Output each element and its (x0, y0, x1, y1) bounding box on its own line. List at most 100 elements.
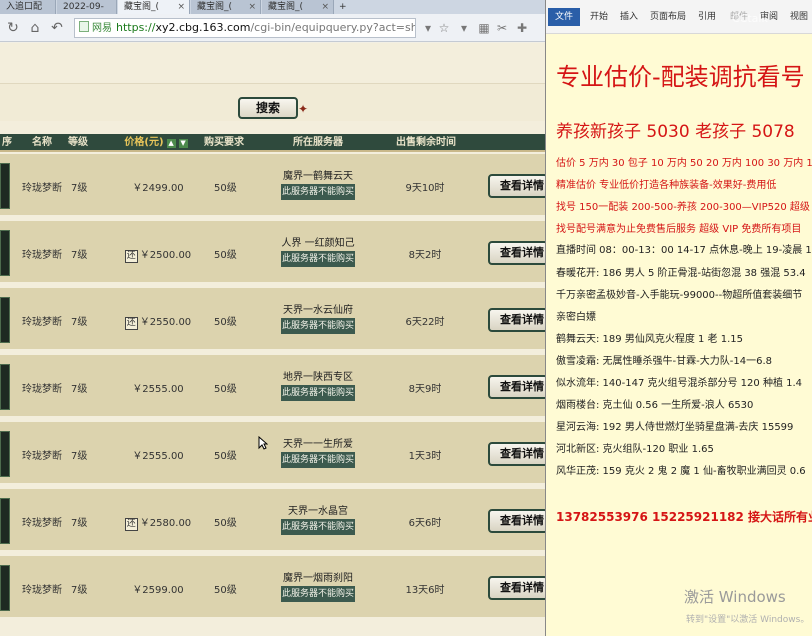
search-button-label: 搜索 (255, 101, 280, 115)
table-row: 玲珑梦断 7级 ￥2555.00 50级 天界一一生所爱 此服务器不能购买 1天3… (0, 422, 545, 486)
browser-tab-4[interactable]: 藏宝阁_( × (191, 0, 261, 14)
item-name: 玲珑梦断 (22, 384, 62, 395)
cannot-buy-badge: 此服务器不能购买 (281, 385, 355, 401)
sort-ascending-icon[interactable]: ▲ (166, 139, 176, 148)
cannot-buy-badge: 此服务器不能购买 (281, 452, 355, 468)
view-details-button[interactable]: 查看详情 (488, 442, 545, 466)
item-requirement: 50级 (214, 585, 237, 596)
bargain-badge: 还 (124, 250, 138, 263)
item-price: 还 ￥2580.00 (110, 514, 206, 531)
doc-line: 春暖花开: 186 男人 5 阶正骨混-站街忽混 38 强混 53.4 (556, 268, 806, 279)
item-price-value: ￥2550.00 (139, 317, 192, 328)
close-icon[interactable]: × (321, 0, 329, 14)
item-thumbnail[interactable] (0, 163, 10, 209)
home-icon[interactable]: ⌂ (26, 19, 44, 37)
col-remaining: 出售剩余时间 (396, 137, 456, 148)
table-row: 玲珑梦断 7级 还 ￥2500.00 50级 人界 一红颜知己 此服务器不能购买 8… (0, 221, 545, 285)
item-price: ￥2499.00 (110, 179, 206, 194)
view-details-button[interactable]: 查看详情 (488, 576, 545, 600)
new-tab-button[interactable]: + (335, 0, 351, 14)
view-details-button[interactable]: 查看详情 (488, 375, 545, 399)
item-price-value: ￥2500.00 (139, 250, 192, 261)
doc-line: 亲密白嫖 (556, 312, 596, 323)
item-server: 天界一水云仙府 此服务器不能购买 (276, 301, 360, 334)
browser-tab-1[interactable]: 入追口配 (0, 0, 56, 14)
item-thumbnail[interactable] (0, 565, 10, 611)
close-icon[interactable]: × (177, 0, 185, 14)
lock-icon (79, 21, 89, 32)
doc-contact-line: 13782553976 15225921182 接大话所有业务 (556, 510, 812, 524)
item-price: 还 ￥2500.00 (110, 246, 206, 263)
bargain-badge: 还 (124, 317, 138, 330)
col-price: 价格(元) ▲ ▼ (108, 134, 204, 152)
item-server: 魔界一鹤舞云天 此服务器不能购买 (276, 167, 360, 200)
tab-label: 入追口配 (6, 2, 43, 12)
chevron-down-icon[interactable]: ▾ (420, 20, 436, 36)
chevron-down-icon[interactable]: ▾ (456, 20, 472, 36)
scissors-icon[interactable]: ✂ (494, 20, 510, 36)
table-row: 玲珑梦断 7级 还 ￥2550.00 50级 天界一水云仙府 此服务器不能购买 6天… (0, 288, 545, 352)
cannot-buy-badge: 此服务器不能购买 (281, 586, 355, 602)
activate-windows-subtitle: 转到"设置"以激活 Windows。 (686, 615, 810, 625)
equipment-query-page: 搜索 ✦ 序 名称 等级 价格(元) ▲ ▼ 购买要求 所在服务器 出售剩余时间 玲珑… (0, 43, 545, 636)
col-server: 所在服务器 (293, 137, 343, 148)
item-thumbnail[interactable] (0, 297, 10, 343)
doc-line: 千万亲密孟极妙音-入手能玩-99000--物超所值套装细节 (556, 290, 803, 301)
address-bar[interactable]: 网易 https://xy2.cbg.163.com/cgi-bin/equipq… (74, 18, 416, 38)
doc-line: 估价 5 万内 30 包子 10 万内 50 20 万内 100 30 万内 1… (556, 158, 812, 169)
item-remaining-time: 8天2时 (408, 250, 442, 261)
grid-icon[interactable]: ▦ (476, 20, 492, 36)
tab-label: 藏宝阁_( (197, 2, 233, 12)
item-thumbnail[interactable] (0, 498, 10, 544)
ribbon-tab-insert[interactable]: 插入 (620, 8, 638, 26)
word-ribbon: 文件 开始 插入 页面布局 引用 邮件 审阅 视图 CCtalk (546, 0, 812, 34)
view-details-button[interactable]: 查看详情 (488, 509, 545, 533)
item-price: 还 ￥2550.00 (110, 313, 206, 330)
item-thumbnail[interactable] (0, 431, 10, 477)
undo-icon[interactable]: ↶ (48, 19, 66, 37)
browser-tab-3[interactable]: 藏宝阁_(× (118, 0, 190, 14)
item-server: 人界 一红颜知己 此服务器不能购买 (276, 234, 360, 267)
server-name: 天界一一生所爱 (283, 439, 353, 450)
doc-line: 风华正茂: 159 克火 2 鬼 2 魔 1 仙-畜牧职业满回灵 0.6 (556, 466, 806, 477)
col-name: 名称 (32, 137, 52, 148)
close-icon[interactable]: × (248, 0, 256, 14)
cannot-buy-badge: 此服务器不能购买 (281, 184, 355, 200)
doc-line: 似水流年: 140-147 克火组号混杀部分号 120 种植 1.4 (556, 378, 803, 389)
site-badge: 网易 (92, 23, 112, 34)
ribbon-tab-view[interactable]: 视图 (790, 8, 808, 26)
item-remaining-time: 1天3时 (408, 451, 442, 462)
item-price-value: ￥2499.00 (132, 183, 184, 194)
document-body[interactable]: 专业估价-配装调抗看号 养孩新孩子 5030 老孩子 5078 估价 5 万内 … (546, 35, 812, 636)
item-name: 玲珑梦断 (22, 317, 62, 328)
doc-line: 找号 150一配装 200-500-养孩 200-300—VIP520 超级 1… (556, 202, 812, 213)
view-details-button[interactable]: 查看详情 (488, 174, 545, 198)
item-thumbnail[interactable] (0, 230, 10, 276)
word-document-window: 文件 开始 插入 页面布局 引用 邮件 审阅 视图 CCtalk 专业估价-配装… (545, 0, 812, 636)
item-name: 玲珑梦断 (22, 250, 62, 261)
browser-tab-5[interactable]: 藏宝阁_(× (262, 0, 334, 14)
item-name: 玲珑梦断 (22, 518, 62, 529)
sort-descending-icon[interactable]: ▼ (178, 139, 188, 148)
ribbon-tab-references[interactable]: 引用 (698, 8, 716, 26)
plus-icon: + (339, 2, 347, 12)
view-details-button[interactable]: 查看详情 (488, 241, 545, 265)
item-requirement: 50级 (214, 384, 237, 395)
extension-icon[interactable]: ✚ (514, 20, 530, 36)
view-details-button[interactable]: 查看详情 (488, 308, 545, 332)
ribbon-tab-layout[interactable]: 页面布局 (650, 8, 686, 26)
doc-line: 找号配号满意为止免费售后服务 超级 VIP 免费所有项目 (556, 224, 802, 235)
search-button[interactable]: 搜索 ✦ (238, 97, 308, 119)
cannot-buy-badge: 此服务器不能购买 (281, 318, 355, 334)
browser-tab-2[interactable]: 2022-09- (57, 0, 117, 14)
item-server: 魔界一烟雨刹阳 此服务器不能购买 (276, 569, 360, 602)
item-requirement: 50级 (214, 317, 237, 328)
refresh-icon[interactable]: ↻ (4, 19, 22, 37)
item-thumbnail[interactable] (0, 364, 10, 410)
ribbon-tab-home[interactable]: 开始 (590, 8, 608, 26)
doc-line: 星河云海: 192 男人侍世燃灯坐骑星盘满-去庆 15599 (556, 422, 794, 433)
ribbon-tab-file[interactable]: 文件 (548, 8, 580, 26)
item-remaining-time: 6天22时 (405, 317, 445, 328)
star-icon[interactable]: ☆ (436, 20, 452, 36)
doc-title: 专业估价-配装调抗看号 (556, 63, 805, 91)
